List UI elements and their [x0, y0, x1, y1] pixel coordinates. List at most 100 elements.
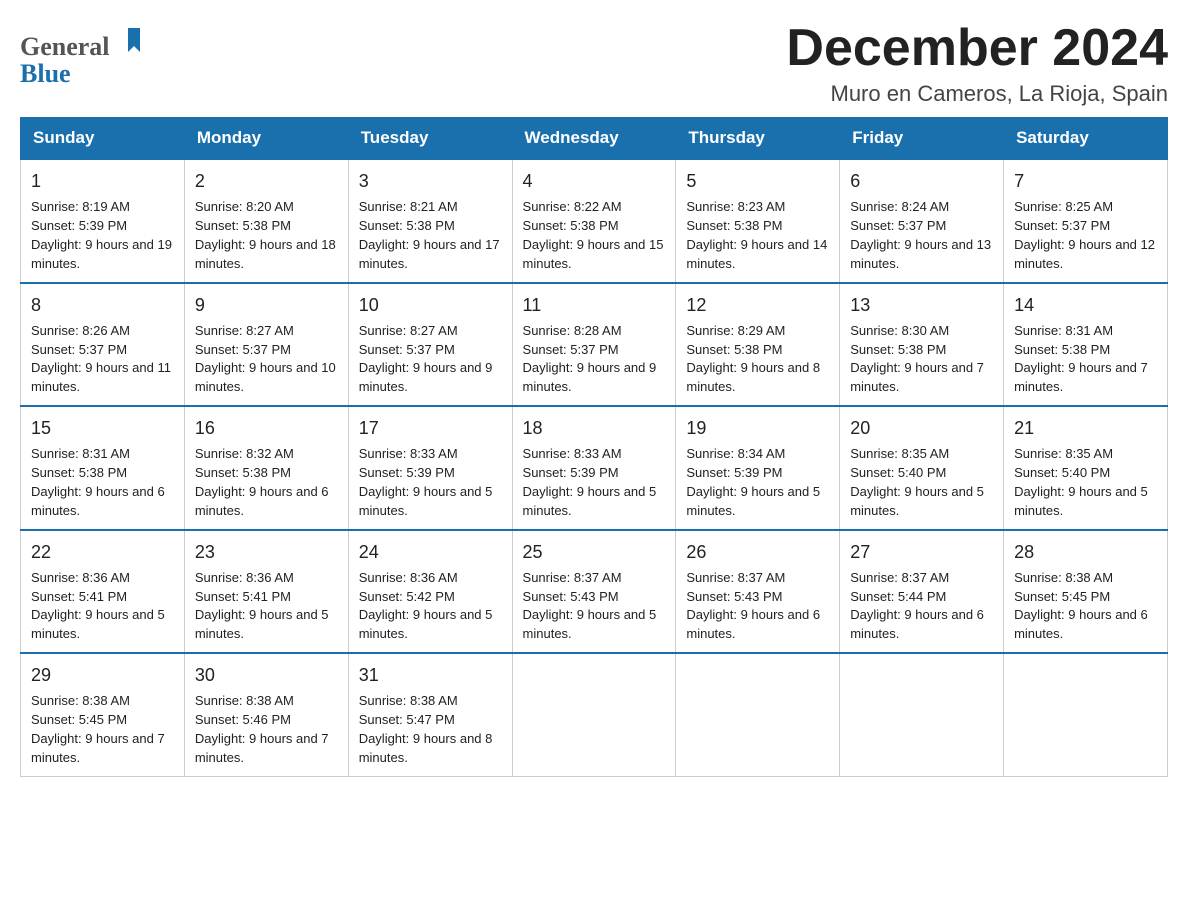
- day-number: 10: [359, 292, 502, 318]
- day-sunset: Sunset: 5:43 PM: [686, 589, 782, 604]
- day-sunrise: Sunrise: 8:24 AM: [850, 199, 949, 214]
- calendar-day-13: 13Sunrise: 8:30 AMSunset: 5:38 PMDayligh…: [840, 283, 1004, 406]
- svg-text:Blue: Blue: [20, 59, 71, 88]
- calendar-day-24: 24Sunrise: 8:36 AMSunset: 5:42 PMDayligh…: [348, 530, 512, 653]
- calendar-day-29: 29Sunrise: 8:38 AMSunset: 5:45 PMDayligh…: [21, 653, 185, 776]
- day-sunset: Sunset: 5:38 PM: [686, 342, 782, 357]
- day-sunrise: Sunrise: 8:33 AM: [359, 446, 458, 461]
- svg-text:General: General: [20, 32, 110, 61]
- day-number: 11: [523, 292, 666, 318]
- day-daylight: Daylight: 9 hours and 5 minutes.: [523, 484, 657, 518]
- day-daylight: Daylight: 9 hours and 9 minutes.: [359, 360, 493, 394]
- day-sunset: Sunset: 5:37 PM: [850, 218, 946, 233]
- day-daylight: Daylight: 9 hours and 5 minutes.: [359, 484, 493, 518]
- page-header: General Blue December 2024 Muro en Camer…: [20, 20, 1168, 107]
- day-number: 2: [195, 168, 338, 194]
- day-sunset: Sunset: 5:39 PM: [523, 465, 619, 480]
- calendar-day-12: 12Sunrise: 8:29 AMSunset: 5:38 PMDayligh…: [676, 283, 840, 406]
- day-daylight: Daylight: 9 hours and 6 minutes.: [31, 484, 165, 518]
- calendar-table: SundayMondayTuesdayWednesdayThursdayFrid…: [20, 117, 1168, 776]
- day-number: 4: [523, 168, 666, 194]
- day-sunrise: Sunrise: 8:37 AM: [686, 570, 785, 585]
- day-sunrise: Sunrise: 8:37 AM: [850, 570, 949, 585]
- main-title: December 2024: [786, 20, 1168, 77]
- day-number: 28: [1014, 539, 1157, 565]
- day-daylight: Daylight: 9 hours and 15 minutes.: [523, 237, 664, 271]
- calendar-day-3: 3Sunrise: 8:21 AMSunset: 5:38 PMDaylight…: [348, 159, 512, 282]
- day-header-sunday: Sunday: [21, 118, 185, 160]
- calendar-week-4: 22Sunrise: 8:36 AMSunset: 5:41 PMDayligh…: [21, 530, 1168, 653]
- day-number: 5: [686, 168, 829, 194]
- day-sunrise: Sunrise: 8:32 AM: [195, 446, 294, 461]
- day-number: 19: [686, 415, 829, 441]
- day-number: 31: [359, 662, 502, 688]
- day-number: 17: [359, 415, 502, 441]
- day-number: 25: [523, 539, 666, 565]
- day-header-monday: Monday: [184, 118, 348, 160]
- day-number: 15: [31, 415, 174, 441]
- day-daylight: Daylight: 9 hours and 7 minutes.: [1014, 360, 1148, 394]
- day-daylight: Daylight: 9 hours and 5 minutes.: [850, 484, 984, 518]
- day-sunrise: Sunrise: 8:38 AM: [1014, 570, 1113, 585]
- day-sunrise: Sunrise: 8:38 AM: [195, 693, 294, 708]
- day-number: 26: [686, 539, 829, 565]
- day-sunset: Sunset: 5:38 PM: [359, 218, 455, 233]
- day-daylight: Daylight: 9 hours and 5 minutes.: [1014, 484, 1148, 518]
- day-daylight: Daylight: 9 hours and 13 minutes.: [850, 237, 991, 271]
- calendar-day-20: 20Sunrise: 8:35 AMSunset: 5:40 PMDayligh…: [840, 406, 1004, 529]
- day-daylight: Daylight: 9 hours and 18 minutes.: [195, 237, 336, 271]
- day-sunset: Sunset: 5:41 PM: [31, 589, 127, 604]
- day-number: 1: [31, 168, 174, 194]
- calendar-day-6: 6 Sunrise: 8:24 AM Sunset: 5:37 PM Daylight…: [840, 159, 1004, 282]
- day-number: 9: [195, 292, 338, 318]
- title-area: December 2024 Muro en Cameros, La Rioja,…: [786, 20, 1168, 107]
- logo-svg: General Blue: [20, 20, 150, 90]
- day-number: 27: [850, 539, 993, 565]
- calendar-day-19: 19Sunrise: 8:34 AMSunset: 5:39 PMDayligh…: [676, 406, 840, 529]
- calendar-day-4: 4Sunrise: 8:22 AMSunset: 5:38 PMDaylight…: [512, 159, 676, 282]
- day-number: 30: [195, 662, 338, 688]
- empty-cell: [676, 653, 840, 776]
- day-daylight: Daylight: 9 hours and 7 minutes.: [850, 360, 984, 394]
- day-daylight: Daylight: 9 hours and 19 minutes.: [31, 237, 172, 271]
- day-sunrise: Sunrise: 8:37 AM: [523, 570, 622, 585]
- day-number: 21: [1014, 415, 1157, 441]
- calendar-day-5: 5Sunrise: 8:23 AMSunset: 5:38 PMDaylight…: [676, 159, 840, 282]
- day-sunrise: Sunrise: 8:31 AM: [1014, 323, 1113, 338]
- day-sunrise: Sunrise: 8:33 AM: [523, 446, 622, 461]
- day-number: 13: [850, 292, 993, 318]
- day-number: 12: [686, 292, 829, 318]
- calendar-day-14: 14Sunrise: 8:31 AMSunset: 5:38 PMDayligh…: [1004, 283, 1168, 406]
- day-daylight: Daylight: 9 hours and 5 minutes.: [195, 607, 329, 641]
- day-number: 8: [31, 292, 174, 318]
- day-sunrise: Sunrise: 8:28 AM: [523, 323, 622, 338]
- calendar-week-5: 29Sunrise: 8:38 AMSunset: 5:45 PMDayligh…: [21, 653, 1168, 776]
- day-number: 6: [850, 168, 993, 194]
- day-sunset: Sunset: 5:38 PM: [850, 342, 946, 357]
- calendar-day-15: 15Sunrise: 8:31 AMSunset: 5:38 PMDayligh…: [21, 406, 185, 529]
- day-header-saturday: Saturday: [1004, 118, 1168, 160]
- day-sunset: Sunset: 5:37 PM: [31, 342, 127, 357]
- day-sunrise: Sunrise: 8:34 AM: [686, 446, 785, 461]
- day-sunrise: Sunrise: 8:25 AM: [1014, 199, 1113, 214]
- day-number: 20: [850, 415, 993, 441]
- calendar-day-25: 25Sunrise: 8:37 AMSunset: 5:43 PMDayligh…: [512, 530, 676, 653]
- day-daylight: Daylight: 9 hours and 17 minutes.: [359, 237, 500, 271]
- day-number: 14: [1014, 292, 1157, 318]
- calendar-day-28: 28Sunrise: 8:38 AMSunset: 5:45 PMDayligh…: [1004, 530, 1168, 653]
- calendar-day-23: 23Sunrise: 8:36 AMSunset: 5:41 PMDayligh…: [184, 530, 348, 653]
- day-sunset: Sunset: 5:40 PM: [1014, 465, 1110, 480]
- day-daylight: Daylight: 9 hours and 12 minutes.: [1014, 237, 1155, 271]
- day-sunrise: Sunrise: 8:38 AM: [31, 693, 130, 708]
- day-sunrise: Sunrise: 8:31 AM: [31, 446, 130, 461]
- calendar-day-26: 26Sunrise: 8:37 AMSunset: 5:43 PMDayligh…: [676, 530, 840, 653]
- day-header-wednesday: Wednesday: [512, 118, 676, 160]
- day-daylight: Daylight: 9 hours and 5 minutes.: [523, 607, 657, 641]
- calendar-day-11: 11Sunrise: 8:28 AMSunset: 5:37 PMDayligh…: [512, 283, 676, 406]
- day-sunrise: Sunrise: 8:35 AM: [850, 446, 949, 461]
- calendar-day-8: 8Sunrise: 8:26 AMSunset: 5:37 PMDaylight…: [21, 283, 185, 406]
- day-number: 18: [523, 415, 666, 441]
- day-sunset: Sunset: 5:44 PM: [850, 589, 946, 604]
- day-daylight: Daylight: 9 hours and 5 minutes.: [31, 607, 165, 641]
- day-number: 22: [31, 539, 174, 565]
